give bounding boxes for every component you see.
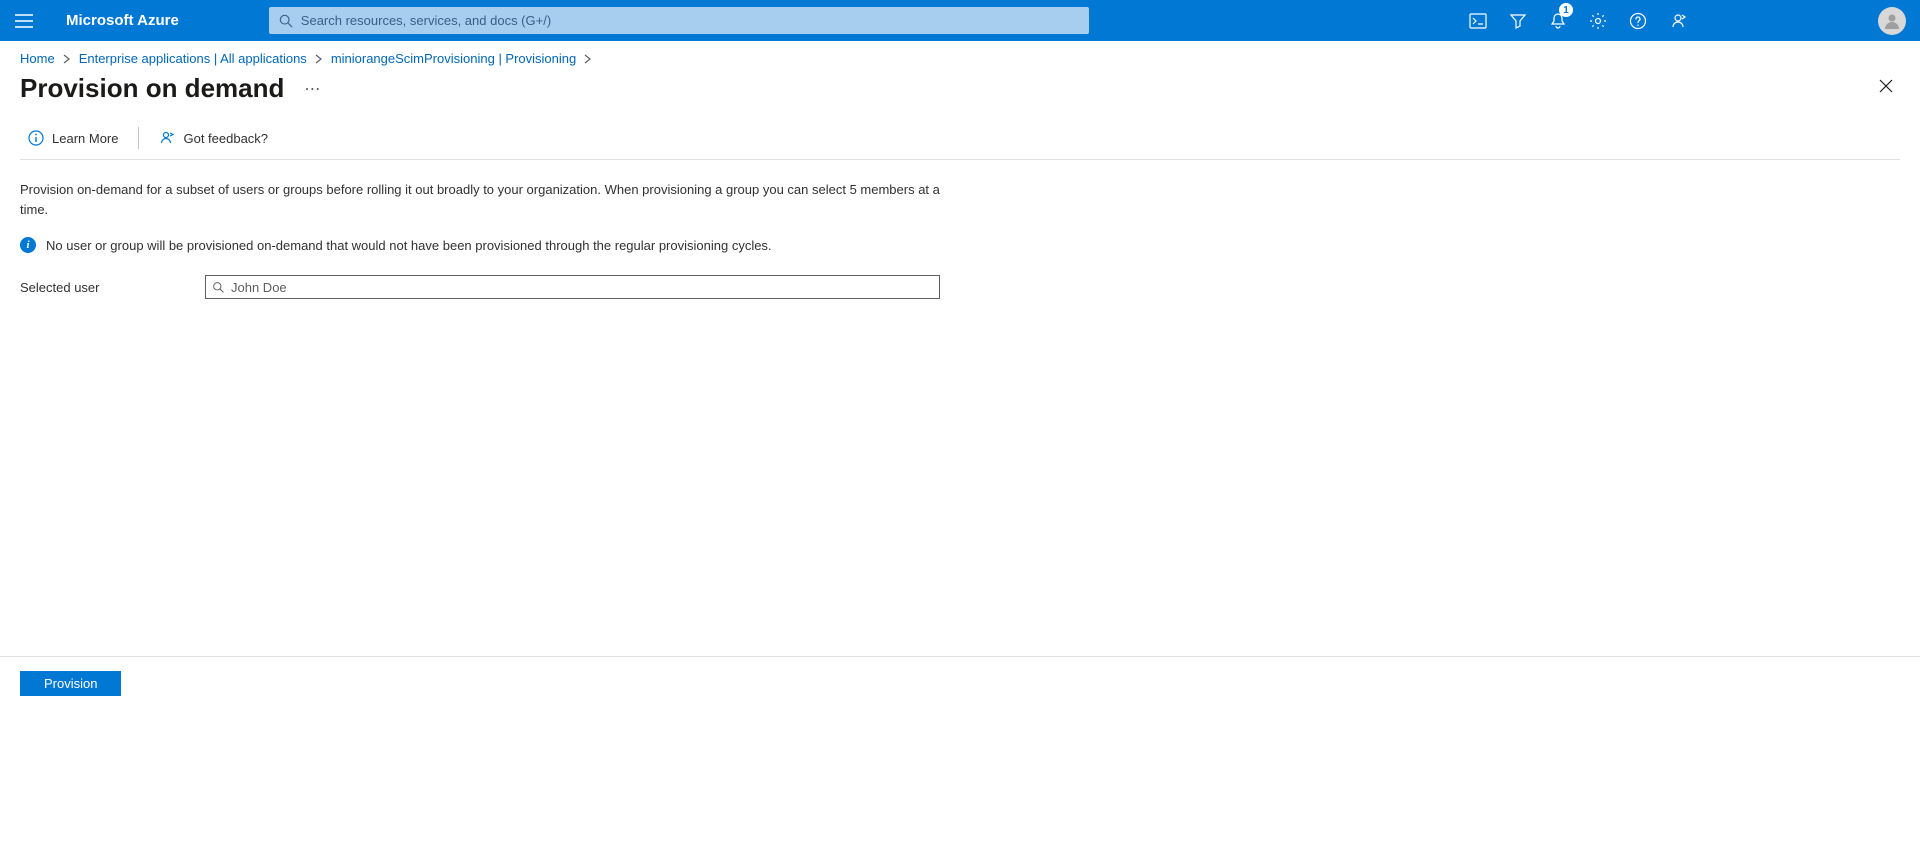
- help-icon: [1629, 12, 1647, 30]
- info-icon: [28, 130, 44, 146]
- notifications-button[interactable]: 1: [1538, 0, 1578, 41]
- info-note-text: No user or group will be provisioned on-…: [46, 238, 772, 253]
- got-feedback-link[interactable]: Got feedback?: [159, 130, 268, 146]
- gear-icon: [1589, 12, 1607, 30]
- top-bar: Microsoft Azure 1: [0, 0, 1920, 41]
- settings-button[interactable]: [1578, 0, 1618, 41]
- account-avatar[interactable]: [1878, 7, 1906, 35]
- top-icons: 1: [1458, 0, 1920, 41]
- description-text: Provision on-demand for a subset of user…: [20, 180, 940, 219]
- close-icon: [1878, 78, 1894, 94]
- toolbar-separator: [138, 127, 139, 149]
- breadcrumb: Home Enterprise applications | All appli…: [0, 41, 1920, 66]
- search-icon: [212, 281, 225, 294]
- global-search[interactable]: [269, 7, 1089, 34]
- avatar-icon: [1882, 11, 1902, 31]
- chevron-right-icon: [63, 54, 71, 64]
- learn-more-label: Learn More: [52, 131, 118, 146]
- cloud-shell-button[interactable]: [1458, 0, 1498, 41]
- selected-user-label: Selected user: [20, 280, 205, 295]
- page-footer: Provision: [0, 656, 1920, 710]
- cloud-shell-icon: [1469, 12, 1487, 30]
- breadcrumb-home[interactable]: Home: [20, 51, 55, 66]
- global-search-input[interactable]: [301, 13, 1079, 28]
- heading-row: Provision on demand ⋯: [0, 66, 1920, 105]
- breadcrumb-app-provisioning[interactable]: miniorangeScimProvisioning | Provisionin…: [331, 51, 576, 66]
- feedback-person-icon: [159, 130, 175, 146]
- search-icon: [279, 14, 293, 28]
- chevron-right-icon: [315, 54, 323, 64]
- provision-button[interactable]: Provision: [20, 671, 121, 696]
- info-note-row: i No user or group will be provisioned o…: [20, 237, 940, 253]
- close-button[interactable]: [1872, 72, 1900, 105]
- breadcrumb-enterprise-apps[interactable]: Enterprise applications | All applicatio…: [79, 51, 307, 66]
- chevron-right-icon: [584, 54, 592, 64]
- selected-user-input[interactable]: [231, 280, 933, 295]
- brand-label: Microsoft Azure: [66, 12, 179, 29]
- selected-user-input-wrap[interactable]: [205, 275, 940, 299]
- help-button[interactable]: [1618, 0, 1658, 41]
- got-feedback-label: Got feedback?: [183, 131, 268, 146]
- feedback-button[interactable]: [1658, 0, 1698, 41]
- hamburger-icon: [15, 14, 33, 28]
- page-title: Provision on demand: [20, 73, 284, 104]
- feedback-icon: [1669, 12, 1687, 30]
- directory-filter-button[interactable]: [1498, 0, 1538, 41]
- selected-user-field: Selected user: [20, 275, 940, 299]
- main-content: Provision on-demand for a subset of user…: [0, 160, 960, 299]
- menu-button[interactable]: [0, 0, 48, 41]
- learn-more-link[interactable]: Learn More: [28, 130, 118, 146]
- notification-badge: 1: [1559, 3, 1573, 17]
- info-note-icon: i: [20, 237, 36, 253]
- filter-icon: [1509, 12, 1527, 30]
- more-actions-button[interactable]: ⋯: [304, 79, 321, 99]
- page-toolbar: Learn More Got feedback?: [0, 105, 1920, 159]
